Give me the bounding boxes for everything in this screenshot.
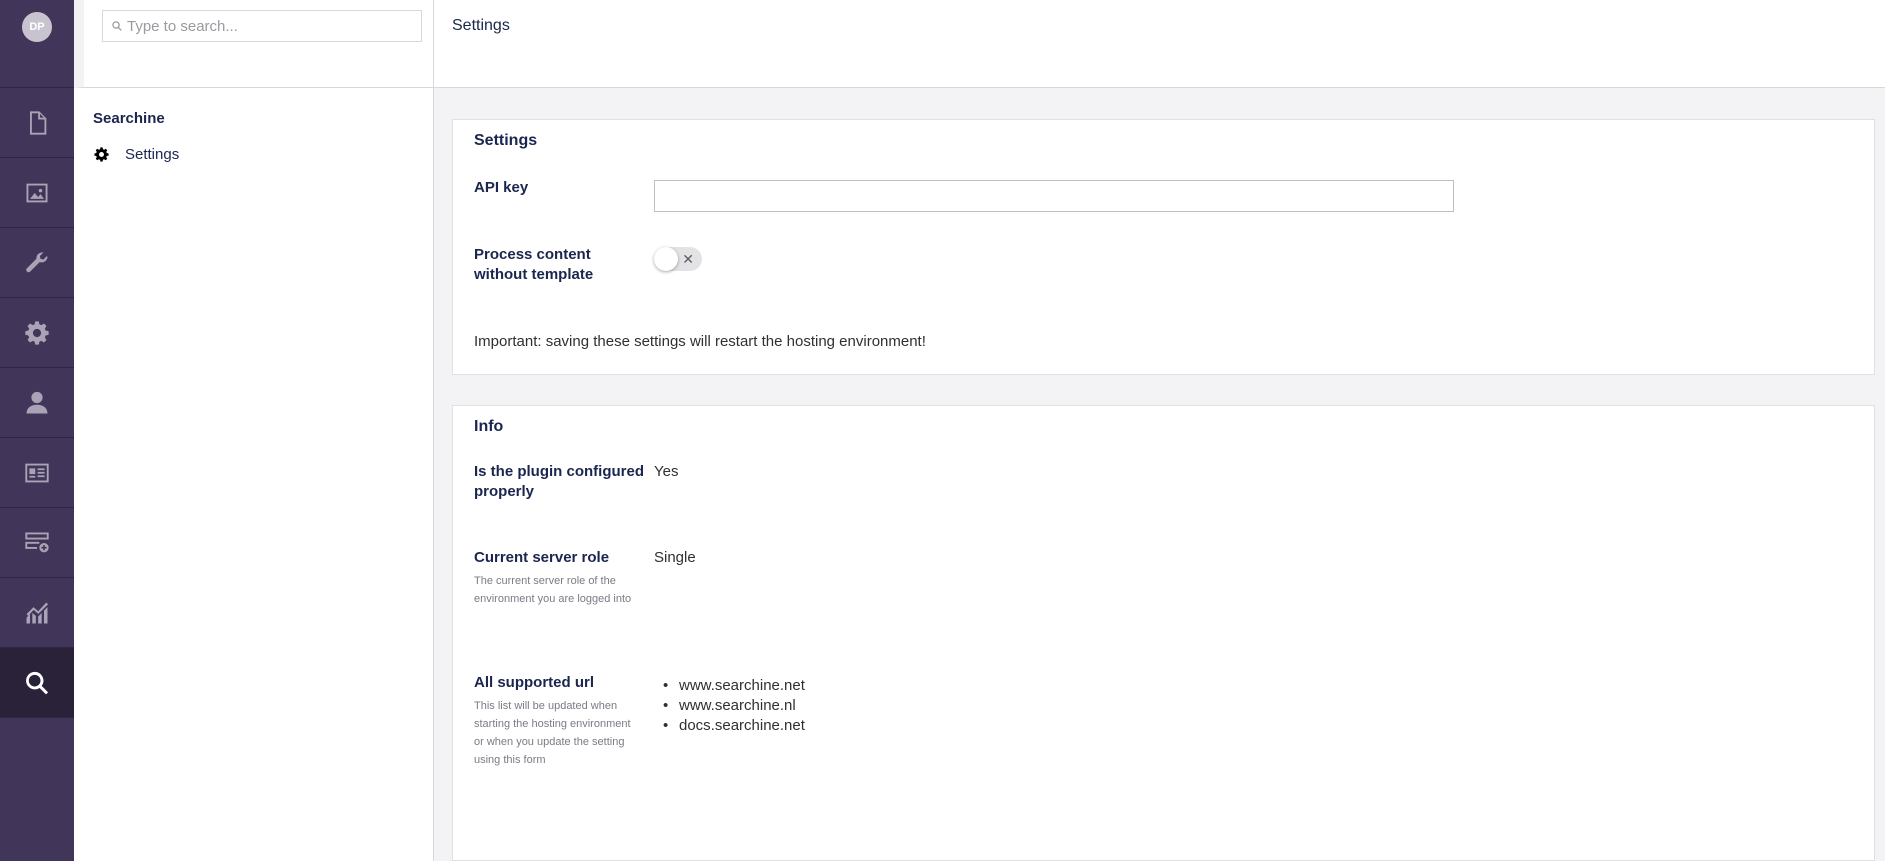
process-content-label: Process content without template: [474, 246, 594, 283]
user-icon: [26, 391, 48, 413]
tree-title: Searchine: [93, 110, 165, 127]
main-content: Settings Settings API key Process conten…: [434, 0, 1885, 861]
section-packages[interactable]: [0, 298, 74, 368]
server-role-description: The current server role of the environme…: [474, 575, 632, 605]
document-icon: [30, 110, 47, 135]
info-panel-title: Info: [474, 418, 504, 435]
api-key-input[interactable]: [654, 180, 1454, 212]
server-role-value: Single: [654, 549, 696, 566]
process-content-toggle[interactable]: ✕: [654, 247, 702, 271]
configured-label: Is the plugin configured properly: [474, 463, 644, 500]
wrench-icon: [26, 251, 48, 272]
section-sidebar: DP: [0, 0, 74, 861]
server-role-label: Current server role: [474, 549, 610, 566]
tree-header: [74, 0, 433, 88]
section-settings[interactable]: [0, 228, 74, 298]
main-header: Settings: [434, 0, 1885, 88]
id-card-icon: [25, 463, 49, 482]
tree-item-label: Settings: [125, 145, 180, 163]
info-panel: Info Is the plugin configured properly Y…: [452, 405, 1875, 861]
supported-urls-description: This list will be updated when starting …: [474, 700, 631, 766]
search-input[interactable]: [103, 11, 421, 41]
image-icon: [26, 183, 48, 202]
toggle-knob: [654, 247, 678, 271]
tree-search: [102, 10, 422, 42]
search-icon: [112, 21, 122, 31]
section-searchine[interactable]: [0, 648, 74, 718]
page-title: Settings: [452, 17, 510, 34]
restart-notice: Important: saving these settings will re…: [474, 333, 926, 350]
list-item: www.searchine.net: [654, 676, 805, 696]
chart-icon: [26, 602, 49, 623]
configured-value: Yes: [654, 463, 679, 480]
section-users[interactable]: [0, 368, 74, 438]
search-icon: [26, 671, 49, 694]
avatar-area: DP: [0, 0, 74, 88]
tree-item-settings[interactable]: Settings: [74, 142, 433, 166]
gear-icon: [25, 320, 49, 345]
app: DP Type to search... Searchine Settings …: [0, 0, 1885, 861]
server-add-icon: [25, 532, 49, 552]
section-members[interactable]: [0, 438, 74, 508]
section-forms[interactable]: [0, 508, 74, 578]
section-content[interactable]: [0, 88, 74, 158]
api-key-label: API key: [474, 179, 529, 196]
supported-urls-list: www.searchine.net www.searchine.nl docs.…: [654, 676, 805, 736]
list-item: www.searchine.nl: [654, 696, 805, 716]
gear-icon: [94, 146, 109, 162]
settings-panel-title: Settings: [474, 132, 538, 149]
user-avatar[interactable]: DP: [22, 12, 52, 42]
close-icon: ✕: [682, 251, 694, 267]
supported-urls-label: All supported url: [474, 674, 594, 691]
section-analytics[interactable]: [0, 578, 74, 648]
list-item: docs.searchine.net: [654, 716, 805, 736]
settings-panel: Settings API key Process content without…: [452, 119, 1875, 375]
section-media[interactable]: [0, 158, 74, 228]
tree-panel: Searchine Settings: [74, 0, 434, 861]
